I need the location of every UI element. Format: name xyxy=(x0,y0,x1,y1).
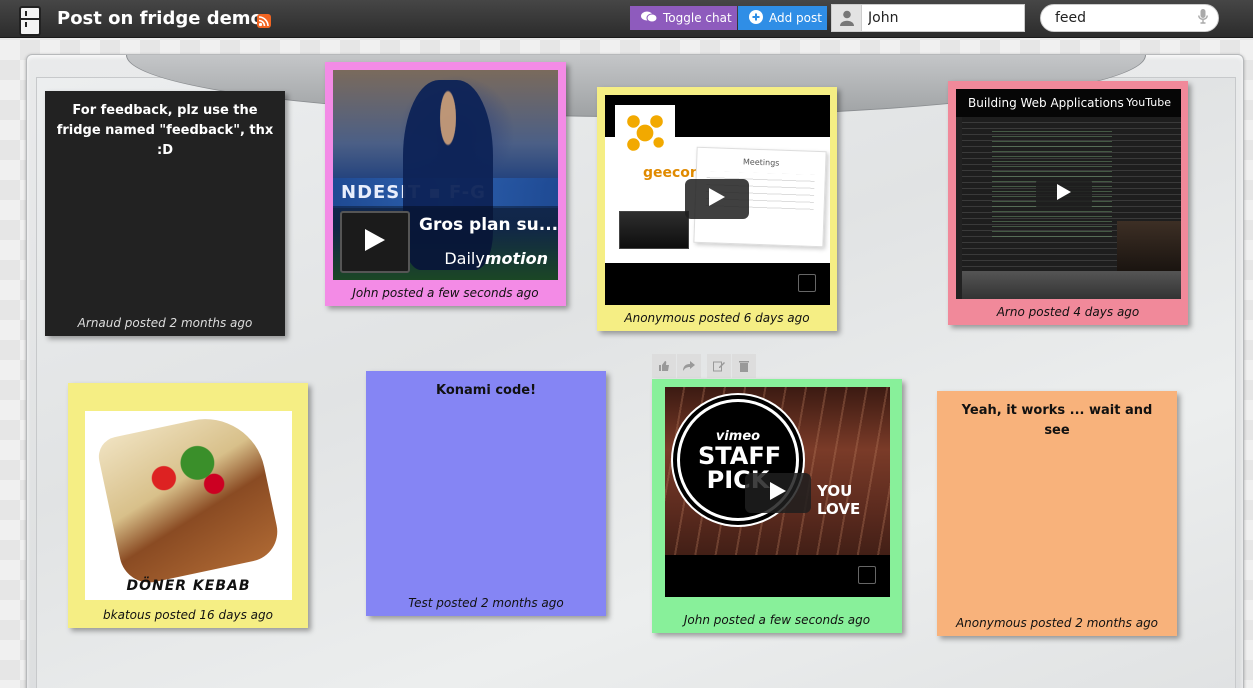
post-toolbar xyxy=(652,354,758,378)
youtube-logo: YouTube xyxy=(1126,96,1171,109)
post-author: Anonymous posted 6 days ago xyxy=(624,311,810,325)
post-it-yeah[interactable]: Yeah, it works ... wait and see Anonymou… xyxy=(937,391,1177,636)
doner-image[interactable]: DÖNER KEBAB xyxy=(85,408,292,600)
fullscreen-icon[interactable] xyxy=(798,274,816,292)
fullscreen-icon[interactable] xyxy=(858,566,876,584)
post-author: Test posted 2 months ago xyxy=(408,596,564,610)
share-icon[interactable] xyxy=(677,354,701,378)
play-button[interactable] xyxy=(685,179,749,219)
vimeo-video[interactable]: vimeo STAFF PICK YOU LOVE xyxy=(665,387,890,597)
speaker-thumbnail xyxy=(619,211,689,249)
fridge-search-input[interactable] xyxy=(1055,10,1198,26)
post-author: Arnaud posted 2 months ago xyxy=(77,316,253,330)
video-title: Gros plan su... xyxy=(419,215,558,235)
youtube-video[interactable]: Building Web Applications YouTube xyxy=(956,89,1181,299)
add-post-label: Add post xyxy=(769,11,822,25)
video-title: Building Web Applications xyxy=(968,96,1124,110)
post-author: John posted a few seconds ago xyxy=(683,613,871,627)
post-author: Arno posted 4 days ago xyxy=(996,305,1140,319)
chat-icon xyxy=(641,11,658,26)
play-icon xyxy=(770,482,786,504)
post-it-geecon[interactable]: geecon Meetings Anonymous posted 6 days … xyxy=(597,87,837,331)
play-button[interactable] xyxy=(1036,177,1092,211)
post-author: Anonymous posted 2 months ago xyxy=(955,616,1159,630)
post-it-dailymotion[interactable]: NDESIT ▪ F-G Gros plan su... Dailymotion… xyxy=(325,62,566,306)
play-button[interactable] xyxy=(340,211,410,273)
post-text: For feedback, plz use the fridge named "… xyxy=(56,103,274,158)
user-icon xyxy=(832,5,862,31)
play-icon xyxy=(1057,184,1071,204)
post-it-doner[interactable]: DÖNER KEBAB bkatous posted 16 days ago xyxy=(68,383,308,628)
fridge-logo-icon[interactable] xyxy=(19,6,41,36)
image-caption: DÖNER KEBAB xyxy=(126,578,251,594)
post-it-konami[interactable]: Konami code! Test posted 2 months ago xyxy=(366,371,606,616)
toggle-chat-label: Toggle chat xyxy=(663,11,732,25)
edit-icon[interactable] xyxy=(707,354,731,378)
post-author: bkatous posted 16 days ago xyxy=(103,608,273,622)
geecon-video[interactable]: geecon Meetings xyxy=(605,95,830,305)
toggle-chat-button[interactable]: Toggle chat xyxy=(630,6,737,30)
post-author: John posted a few seconds ago xyxy=(352,286,539,300)
video-overlay-text: YOU LOVE xyxy=(817,482,861,518)
post-text: Yeah, it works ... wait and see xyxy=(961,403,1153,438)
app-title: Post on fridge demo xyxy=(57,8,263,29)
user-name-input[interactable] xyxy=(862,5,1024,31)
post-it-feedback[interactable]: For feedback, plz use the fridge named "… xyxy=(45,91,285,336)
like-icon[interactable] xyxy=(652,354,676,378)
mic-icon[interactable] xyxy=(1198,8,1208,28)
dailymotion-logo: Dailymotion xyxy=(444,249,548,268)
post-text: Konami code! xyxy=(435,383,537,398)
post-it-vimeo[interactable]: vimeo STAFF PICK YOU LOVE John posted a … xyxy=(652,379,902,633)
play-button[interactable] xyxy=(745,473,811,513)
trash-icon[interactable] xyxy=(732,354,756,378)
add-post-button[interactable]: Add post xyxy=(738,6,827,30)
rss-icon[interactable] xyxy=(257,14,271,28)
post-it-youtube[interactable]: Building Web Applications YouTube Arno p… xyxy=(948,81,1188,325)
dailymotion-video[interactable]: NDESIT ▪ F-G Gros plan su... Dailymotion xyxy=(333,70,558,280)
play-icon xyxy=(365,229,385,255)
fridge-search xyxy=(1040,4,1219,32)
play-icon xyxy=(709,188,725,210)
plus-circle-icon xyxy=(749,9,763,27)
geecon-logo xyxy=(615,105,675,165)
user-name-field xyxy=(831,4,1025,32)
top-bar: Post on fridge demo Toggle chat Add post xyxy=(0,0,1253,38)
